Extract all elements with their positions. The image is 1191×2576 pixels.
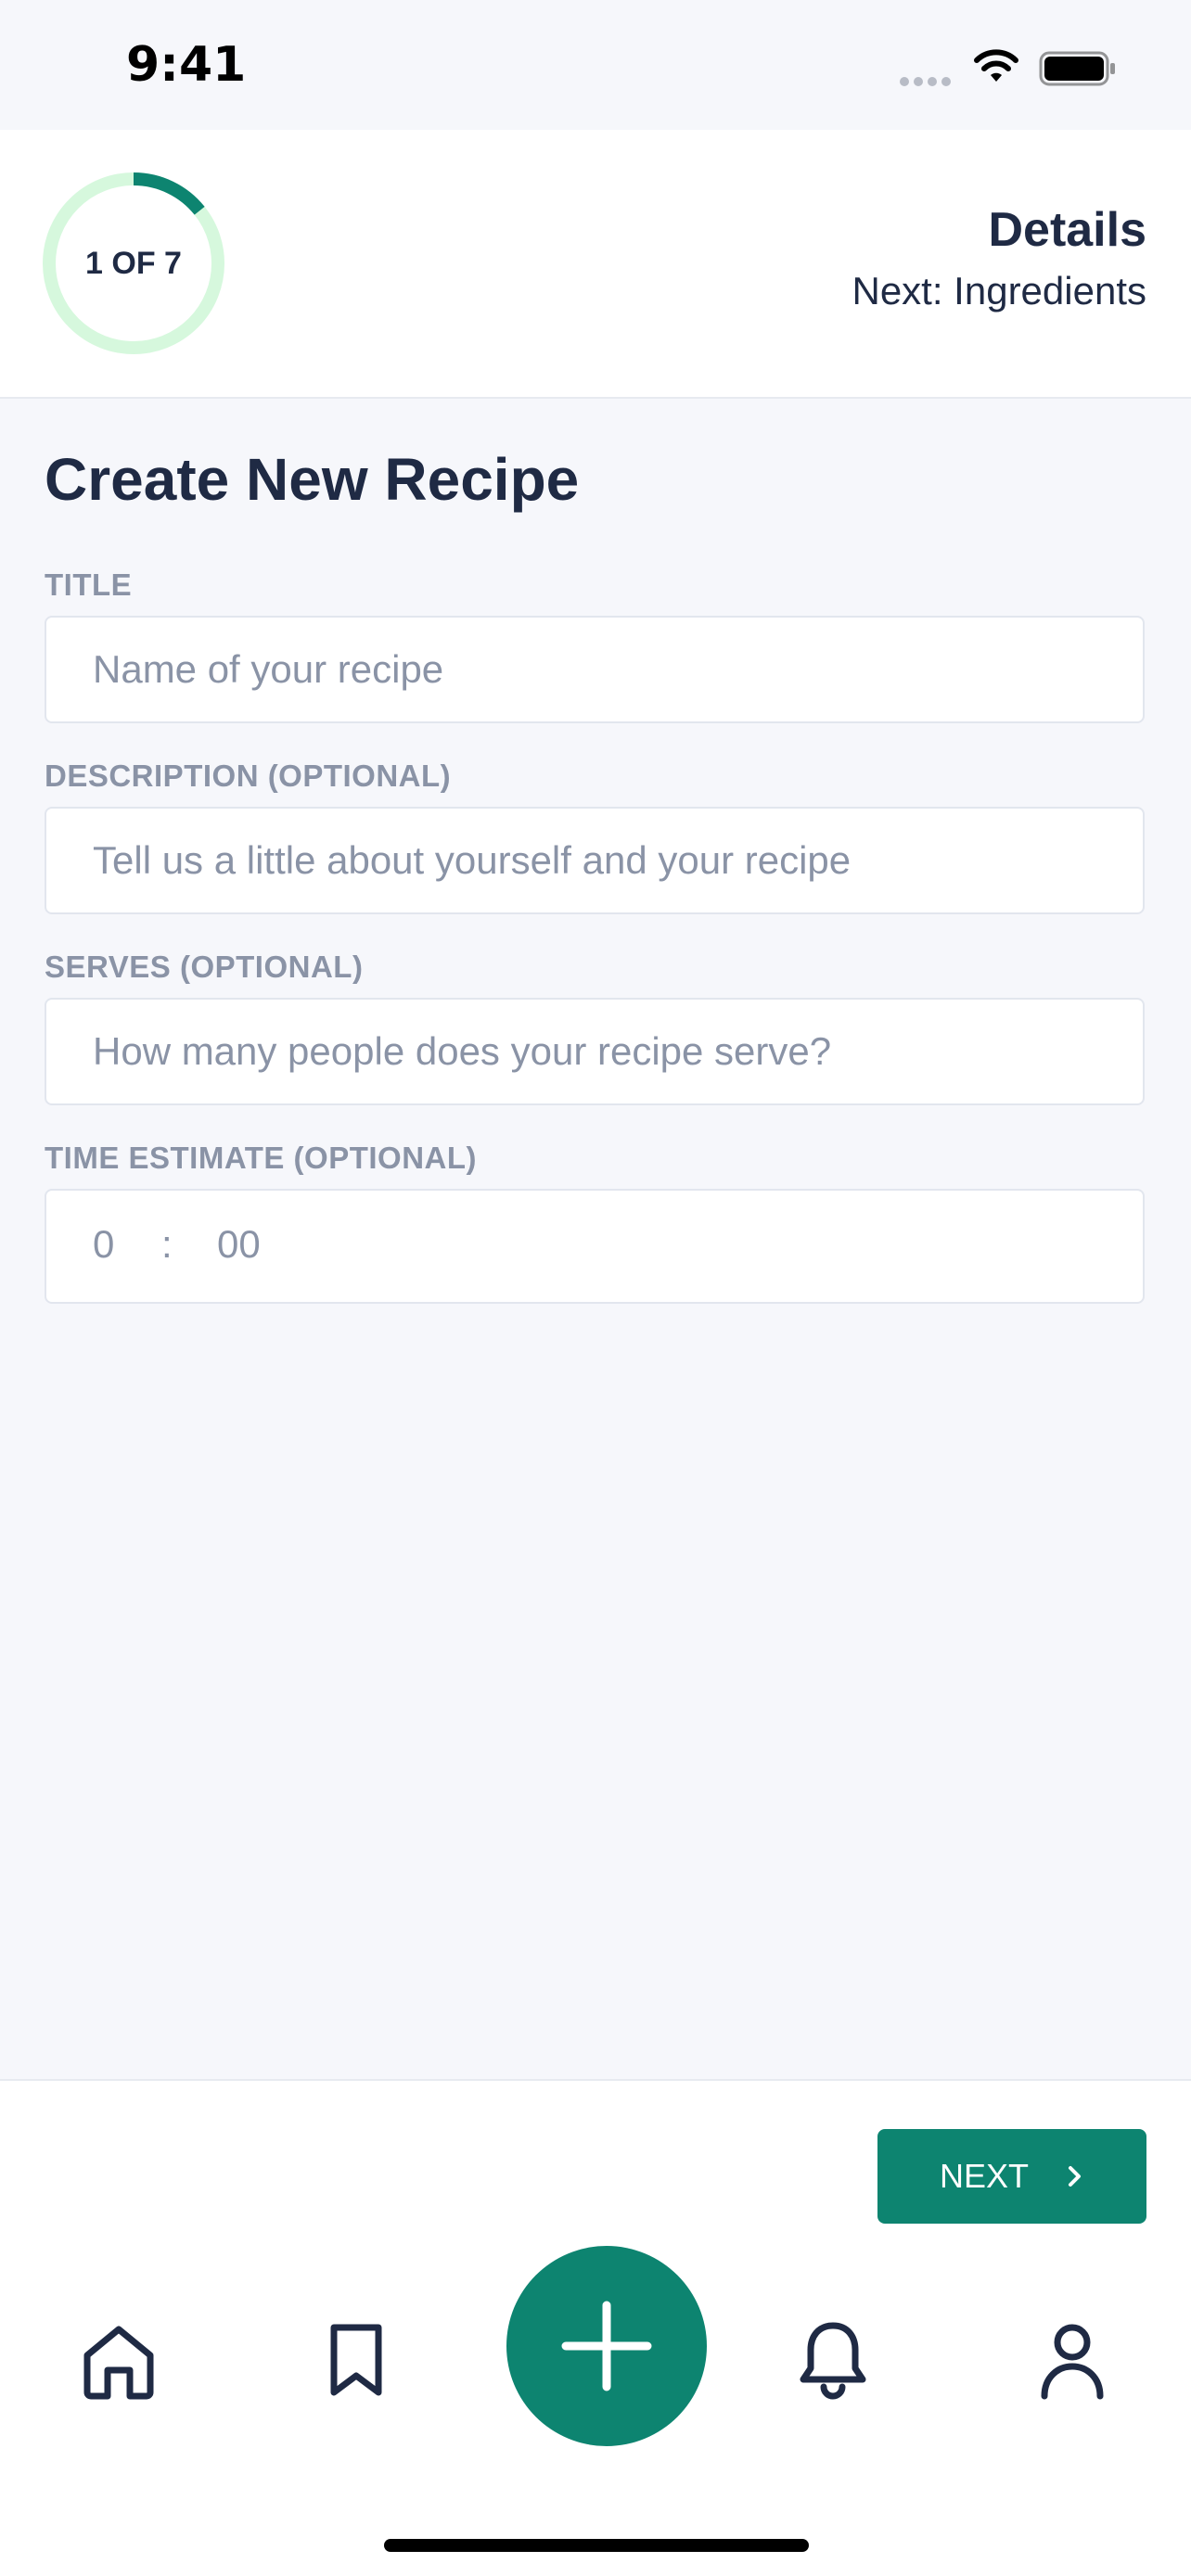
minutes-field[interactable]: 00 <box>217 1222 261 1267</box>
profile-icon[interactable] <box>1037 2320 1108 2402</box>
next-step-label: Next: Ingredients <box>852 269 1146 312</box>
progress-label: 1 OF 7 <box>85 245 182 281</box>
page-title: Create New Recipe <box>45 446 580 513</box>
description-label: DESCRIPTION (OPTIONAL) <box>45 759 452 793</box>
title-label: TITLE <box>45 567 133 602</box>
signal-icon <box>900 74 955 91</box>
status-time: 9:41 <box>126 37 247 93</box>
wifi-icon <box>974 49 1018 82</box>
add-recipe-button[interactable] <box>506 2246 707 2446</box>
home-indicator <box>384 2539 809 2552</box>
serves-label: SERVES (OPTIONAL) <box>45 950 364 984</box>
step-title: Details <box>988 203 1146 257</box>
home-icon[interactable] <box>82 2324 156 2402</box>
hours-field[interactable]: 0 <box>93 1222 114 1267</box>
time-estimate-input[interactable]: 0 : 00 <box>45 1189 1145 1304</box>
action-bar: NEXT <box>0 2079 1191 2272</box>
title-input[interactable] <box>45 616 1145 723</box>
serves-input[interactable] <box>45 998 1145 1105</box>
time-estimate-label: TIME ESTIMATE (OPTIONAL) <box>45 1141 478 1175</box>
next-button-label: NEXT <box>939 2157 1029 2195</box>
time-separator: : <box>161 1222 173 1266</box>
chevron-right-icon <box>1069 2166 1081 2187</box>
next-button[interactable]: NEXT <box>877 2129 1146 2224</box>
add-icon <box>561 2301 652 2391</box>
description-input[interactable] <box>45 807 1145 914</box>
bell-icon[interactable] <box>796 2318 870 2404</box>
step-header: 1 OF 7 Details Next: Ingredients <box>0 130 1191 399</box>
battery-icon <box>1039 51 1115 86</box>
bookmark-icon[interactable] <box>327 2322 386 2400</box>
status-bar: 9:41 <box>0 0 1191 130</box>
